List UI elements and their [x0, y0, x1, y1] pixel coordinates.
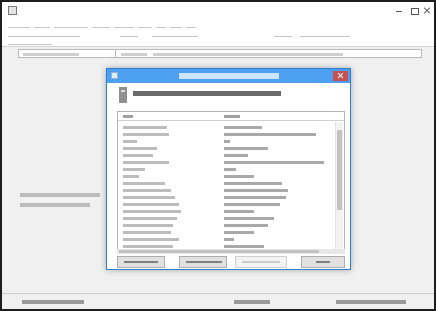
toolbar-item[interactable]	[120, 31, 138, 37]
dialog-button[interactable]	[117, 256, 165, 268]
property-name	[123, 203, 179, 206]
menu-item[interactable]	[92, 21, 110, 28]
driver-list-row[interactable]	[18, 49, 422, 58]
menu-item[interactable]	[138, 21, 152, 28]
maximize-button[interactable]	[407, 5, 421, 16]
driver-cell	[153, 53, 343, 56]
properties-table	[117, 111, 345, 251]
scrollbar-thumb[interactable]	[337, 130, 342, 210]
property-name	[123, 133, 169, 136]
property-name	[123, 168, 145, 171]
property-value	[224, 147, 268, 150]
status-bar	[2, 293, 434, 309]
property-value	[224, 238, 234, 241]
button-label	[186, 261, 222, 263]
column-divider	[115, 50, 116, 57]
property-value	[224, 133, 316, 136]
column-header[interactable]	[224, 115, 240, 118]
toolbar-item[interactable]	[8, 31, 80, 37]
button-label	[242, 261, 280, 263]
property-value	[224, 189, 288, 192]
status-text	[22, 300, 84, 304]
driver-cell	[23, 53, 79, 56]
menu-item[interactable]	[34, 21, 50, 28]
property-name	[123, 238, 179, 241]
menu-item[interactable]	[170, 21, 182, 28]
property-value	[224, 210, 254, 213]
property-name	[123, 217, 177, 220]
property-name	[123, 147, 157, 150]
properties-dialog	[106, 68, 351, 270]
property-name	[123, 126, 167, 129]
menu-bar	[2, 20, 434, 29]
left-panel-line	[20, 203, 90, 207]
menu-item[interactable]	[186, 21, 196, 28]
status-text	[234, 300, 270, 304]
dialog-title	[179, 73, 279, 79]
property-value	[224, 245, 264, 248]
property-value	[224, 154, 248, 157]
dialog-close-button[interactable]	[333, 71, 348, 81]
close-button[interactable]	[421, 5, 433, 16]
table-header	[118, 112, 344, 121]
dialog-button-disabled[interactable]	[235, 256, 287, 268]
property-name	[123, 210, 181, 213]
minimize-button[interactable]	[392, 5, 406, 16]
property-name	[123, 189, 171, 192]
property-value	[224, 161, 324, 164]
toolbar-item[interactable]	[274, 31, 292, 37]
property-name	[123, 245, 173, 248]
property-name	[123, 140, 137, 143]
property-value	[224, 224, 268, 227]
property-name	[123, 175, 139, 178]
property-name	[123, 182, 165, 185]
property-value	[224, 196, 286, 199]
scrollbar-thumb[interactable]	[119, 250, 319, 253]
app-icon[interactable]	[8, 6, 17, 15]
status-text	[336, 300, 406, 304]
horizontal-scrollbar[interactable]	[117, 249, 345, 254]
toolbar-item[interactable]	[8, 39, 52, 45]
dialog-title-bar	[107, 69, 350, 83]
property-name	[123, 161, 169, 164]
dialog-button[interactable]	[301, 256, 345, 268]
property-value	[224, 168, 236, 171]
button-label	[316, 261, 330, 263]
app-window	[0, 0, 436, 311]
dialog-button[interactable]	[179, 256, 227, 268]
device-icon	[119, 87, 127, 103]
button-label	[124, 261, 158, 263]
toolbar-item[interactable]	[152, 31, 198, 37]
column-header[interactable]	[123, 115, 133, 118]
toolbar-item[interactable]	[300, 31, 350, 37]
property-name	[123, 224, 173, 227]
property-value	[224, 140, 230, 143]
dialog-icon	[111, 72, 118, 79]
property-name	[123, 231, 171, 234]
title-bar	[2, 2, 434, 20]
property-value	[224, 175, 254, 178]
menu-item[interactable]	[8, 21, 30, 28]
toolbar	[2, 29, 434, 47]
menu-item[interactable]	[156, 21, 166, 28]
property-value	[224, 217, 274, 220]
property-value	[224, 203, 280, 206]
property-name	[123, 154, 153, 157]
property-value	[224, 182, 282, 185]
vertical-scrollbar[interactable]	[335, 122, 343, 250]
left-panel-line	[20, 193, 100, 197]
dialog-heading	[133, 91, 281, 96]
property-value	[224, 126, 262, 129]
driver-cell	[121, 53, 147, 56]
property-name	[123, 196, 175, 199]
menu-item[interactable]	[114, 21, 134, 28]
menu-item[interactable]	[54, 21, 88, 28]
property-value	[224, 231, 254, 234]
window-title	[152, 7, 284, 15]
